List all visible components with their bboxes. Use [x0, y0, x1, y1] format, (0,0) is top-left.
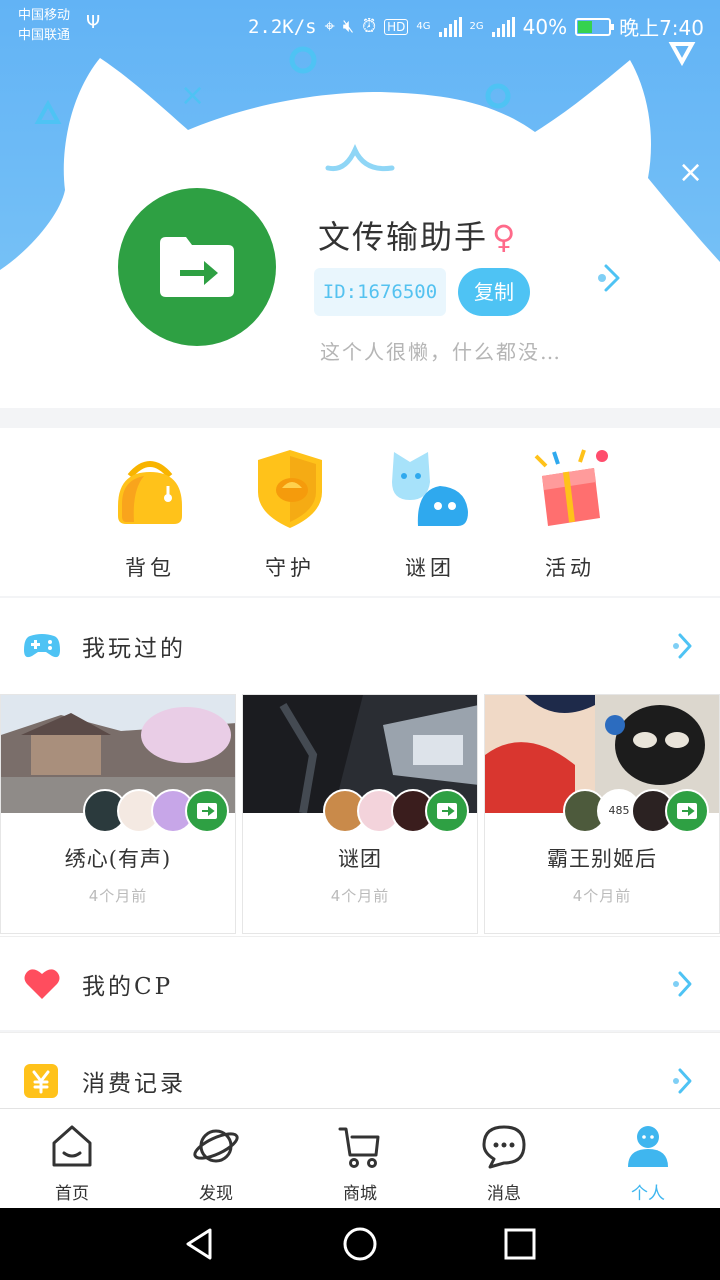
played-section: 我玩过的 绣心(有声) 4个月前 谜团 4个月前 485 霸王别姬后 4个月前	[0, 598, 720, 936]
quick-action-label: 谜团	[405, 556, 455, 580]
heart-icon	[24, 969, 60, 999]
tab-messages[interactable]: 消息	[454, 1123, 554, 1204]
carrier-names: 中国移动 中国联通	[18, 6, 70, 46]
clock: 晚上7:40	[619, 16, 704, 40]
chat-bubble-icon	[482, 1125, 526, 1169]
system-navigation-bar	[0, 1208, 720, 1280]
backpack-icon	[118, 461, 182, 524]
chevron-right-icon	[673, 971, 692, 997]
recents-icon[interactable]	[500, 1226, 540, 1262]
svg-text:×: ×	[180, 78, 205, 113]
card-title: 谜团	[338, 847, 382, 871]
planet-icon	[193, 1129, 239, 1163]
battery-icon	[575, 17, 615, 36]
username-text: 文传输助手	[318, 218, 489, 256]
shield-icon	[258, 450, 322, 528]
home-circle-icon[interactable]	[340, 1226, 380, 1262]
cart-icon	[338, 1127, 380, 1168]
tab-label: 首页	[55, 1184, 89, 1204]
tab-label: 个人	[631, 1184, 665, 1204]
back-icon[interactable]	[180, 1226, 220, 1262]
played-header[interactable]: 我玩过的	[0, 598, 720, 694]
card-time: 4个月前	[572, 887, 632, 905]
chevron-right-icon	[673, 1068, 692, 1094]
battery-percent: 40%	[522, 14, 568, 39]
file-transfer-icon	[160, 237, 234, 297]
played-cards: 绣心(有声) 4个月前 谜团 4个月前 485 霸王别姬后 4个月前	[0, 694, 720, 934]
quick-action-events[interactable]: 活动	[510, 446, 630, 582]
status-icons: 2.2K/s ⌖ 🔇︎ ⏰︎ HD 4G 2G 40% 晚上7:40	[248, 12, 704, 41]
card-title: 霸王别姬后	[547, 847, 657, 871]
tab-label: 消息	[487, 1184, 521, 1204]
yuan-icon	[24, 1064, 58, 1098]
chevron-right-icon	[673, 633, 692, 659]
carrier-2: 中国联通	[18, 28, 71, 43]
profile-header: × × 中国移动 中国联通 Ψ 2.2K/s ⌖ 🔇︎ ⏰︎ HD 4G 2G …	[0, 0, 720, 408]
quick-action-backpack[interactable]: 背包	[90, 446, 210, 582]
status-bar: 中国移动 中国联通 Ψ 2.2K/s ⌖ 🔇︎ ⏰︎ HD 4G 2G 40% …	[0, 0, 720, 52]
network-4g-label: 4G	[416, 21, 431, 32]
user-bio: 这个人很懒，什么都没…	[320, 340, 562, 364]
gamepad-icon	[24, 634, 60, 658]
card-title: 绣心(有声)	[64, 847, 172, 871]
tab-label: 发现	[199, 1184, 233, 1204]
network-2g-label: 2G	[469, 21, 484, 32]
tab-shop[interactable]: 商城	[310, 1123, 410, 1204]
svg-text:×: ×	[678, 155, 703, 190]
my-cp-label: 我的CP	[82, 974, 174, 1000]
female-icon: ♀	[492, 218, 518, 256]
played-title: 我玩过的	[82, 636, 186, 662]
quick-action-mystery[interactable]: 谜团	[370, 446, 490, 582]
file-transfer-icon	[425, 789, 469, 833]
played-card[interactable]: 谜团 4个月前	[242, 694, 478, 934]
gift-box-icon	[534, 449, 608, 526]
tab-label: 商城	[343, 1184, 377, 1204]
username: 文传输助手 ♀	[318, 212, 517, 258]
file-transfer-icon	[185, 789, 229, 833]
played-card[interactable]: 绣心(有声) 4个月前	[0, 694, 236, 934]
hd-icon: HD	[384, 18, 409, 35]
quick-actions: 背包 守护 谜团 活动	[0, 428, 720, 596]
tab-profile[interactable]: 个人	[598, 1123, 698, 1204]
home-icon	[52, 1125, 92, 1167]
my-cp-row[interactable]: 我的CP	[0, 936, 720, 1030]
spending-label: 消费记录	[82, 1071, 186, 1097]
quick-action-label: 背包	[125, 556, 175, 580]
copy-id-button[interactable]: 复制	[458, 268, 530, 316]
usb-icon: Ψ	[86, 12, 101, 33]
user-id-badge: ID:1676500	[314, 268, 446, 316]
person-icon	[628, 1126, 668, 1167]
network-speed: 2.2K/s	[247, 15, 317, 38]
bottom-tab-bar: 首页 发现 商城 消息 个人	[0, 1108, 720, 1208]
location-icon: ⌖	[324, 16, 335, 37]
played-card[interactable]: 485 霸王别姬后 4个月前	[484, 694, 720, 934]
file-transfer-icon	[665, 789, 709, 833]
carrier-1: 中国移动	[18, 8, 71, 23]
mystery-group-icon	[392, 452, 468, 526]
alarm-icon: ⏰︎	[362, 16, 377, 37]
signal-2-icon	[491, 16, 515, 37]
my-cp-row-inner: 我的CP	[0, 937, 720, 1031]
tab-discover[interactable]: 发现	[166, 1123, 266, 1204]
signal-icon	[438, 16, 462, 37]
avatar[interactable]	[118, 188, 276, 346]
quick-action-guard[interactable]: 守护	[230, 446, 350, 582]
card-time: 4个月前	[88, 887, 148, 905]
chevron-right-icon[interactable]	[596, 262, 624, 294]
tab-home[interactable]: 首页	[22, 1123, 122, 1204]
card-time: 4个月前	[330, 887, 390, 905]
mute-icon: 🔇︎	[342, 16, 355, 37]
quick-action-label: 活动	[545, 556, 595, 580]
quick-action-label: 守护	[265, 556, 315, 580]
